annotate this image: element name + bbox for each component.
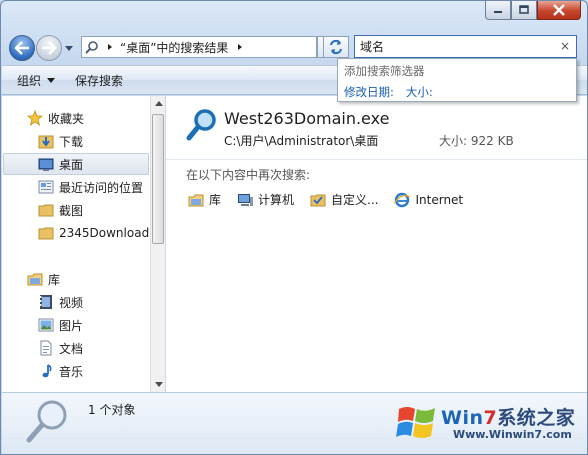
organize-button[interactable]: 组织 bbox=[17, 72, 56, 89]
breadcrumb-search-results[interactable]: “桌面”中的搜索结果 bbox=[120, 39, 228, 56]
scroll-up-icon[interactable] bbox=[154, 99, 163, 108]
music-note-icon bbox=[38, 363, 54, 379]
navigation-tree: 收藏夹 下载 桌面 最近访问的位置 截图 2345Downloads 库 视频 … bbox=[2, 96, 150, 392]
clear-search-icon[interactable]: × bbox=[560, 39, 570, 53]
search-again-computer[interactable]: 计算机 bbox=[237, 191, 294, 208]
result-file-size: 大小: 922 KB bbox=[439, 134, 514, 148]
nav-item-label: 文档 bbox=[59, 341, 84, 356]
watermark-logo: Win7系统之家 Www.Winwin7.com bbox=[389, 395, 585, 453]
chevron-down-icon bbox=[65, 45, 73, 51]
nav-item-documents[interactable]: 文档 bbox=[38, 337, 83, 359]
search-again-locations: 库 计算机 自定义... Internet bbox=[188, 191, 479, 208]
back-arrow-icon bbox=[14, 41, 29, 55]
breadcrumb-arrow-icon[interactable] bbox=[236, 43, 244, 51]
save-search-button[interactable]: 保存搜索 bbox=[75, 72, 123, 89]
filter-size[interactable]: 大小: bbox=[406, 84, 433, 100]
refresh-icon bbox=[330, 39, 342, 55]
search-again-custom[interactable]: 自定义... bbox=[310, 191, 378, 208]
search-query[interactable]: 域名 bbox=[360, 38, 384, 55]
chevron-down-icon bbox=[47, 77, 56, 83]
library-icon bbox=[27, 271, 43, 287]
nav-favorites[interactable]: 收藏夹 bbox=[27, 107, 84, 129]
nav-favorites-label: 收藏夹 bbox=[48, 111, 85, 126]
nav-item-screenshots[interactable]: 截图 bbox=[38, 199, 83, 221]
details-search-icon bbox=[24, 397, 72, 448]
nav-item-downloads[interactable]: 下载 bbox=[38, 130, 83, 152]
search-again-libraries[interactable]: 库 bbox=[188, 191, 221, 208]
search-again-internet[interactable]: Internet bbox=[394, 192, 463, 208]
location-label: 自定义... bbox=[331, 193, 379, 207]
magnifier-app-icon bbox=[186, 108, 218, 145]
location-label: 计算机 bbox=[258, 193, 295, 207]
search-filter-header: 添加搜索筛选器 bbox=[344, 64, 425, 78]
result-file-path: C:\用户\Administrator\桌面 bbox=[224, 134, 379, 148]
close-button[interactable] bbox=[537, 1, 581, 20]
watermark-title: Win7系统之家 bbox=[441, 407, 576, 429]
nav-item-label: 截图 bbox=[59, 203, 84, 218]
recent-places-icon bbox=[38, 179, 54, 195]
nav-item-label: 音乐 bbox=[59, 364, 84, 379]
video-icon bbox=[38, 294, 54, 310]
document-icon bbox=[38, 340, 54, 356]
result-item[interactable]: West263Domain.exe C:\用户\Administrator\桌面… bbox=[186, 108, 576, 152]
navigation-pane: 收藏夹 下载 桌面 最近访问的位置 截图 2345Downloads 库 视频 … bbox=[2, 96, 165, 392]
nav-libraries[interactable]: 库 bbox=[27, 268, 60, 290]
downloads-folder-icon bbox=[38, 133, 54, 149]
nav-item-pictures[interactable]: 图片 bbox=[38, 314, 83, 336]
location-label: 库 bbox=[209, 193, 222, 207]
back-button[interactable] bbox=[9, 35, 35, 61]
nav-item-videos[interactable]: 视频 bbox=[38, 291, 83, 313]
nav-item-desktop[interactable]: 桌面 bbox=[3, 153, 149, 175]
minimize-button[interactable] bbox=[485, 1, 511, 20]
nav-item-music[interactable]: 音乐 bbox=[38, 360, 83, 382]
folder-icon bbox=[38, 202, 54, 218]
explorer-window: “桌面”中的搜索结果 域名 × 添加搜索筛选器 修改日期: 大小: 组织 保存搜… bbox=[0, 0, 588, 455]
nav-item-label: 图片 bbox=[59, 318, 84, 333]
watermark-url: Www.Winwin7.com bbox=[453, 428, 572, 441]
organize-label: 组织 bbox=[17, 73, 42, 88]
item-count: 1 个对象 bbox=[88, 403, 136, 417]
internet-explorer-icon bbox=[394, 192, 411, 208]
caption-buttons bbox=[485, 1, 581, 20]
results-divider bbox=[166, 159, 587, 160]
search-icon bbox=[85, 41, 98, 54]
location-label: Internet bbox=[415, 192, 464, 207]
nav-item-label: 下载 bbox=[59, 134, 84, 149]
nav-libraries-label: 库 bbox=[48, 272, 61, 287]
search-results-pane: West263Domain.exe C:\用户\Administrator\桌面… bbox=[166, 96, 587, 392]
breadcrumb-arrow-icon[interactable] bbox=[106, 43, 114, 51]
windows-flag-icon bbox=[395, 401, 439, 448]
search-box[interactable]: 域名 × bbox=[354, 35, 577, 58]
forward-arrow-icon bbox=[42, 41, 57, 55]
address-bar[interactable]: “桌面”中的搜索结果 bbox=[81, 36, 317, 58]
picture-icon bbox=[38, 317, 54, 333]
navigation-scrollbar[interactable] bbox=[150, 96, 165, 392]
nav-item-label: 视频 bbox=[59, 295, 84, 310]
computer-icon bbox=[237, 192, 254, 208]
recent-pages-dropdown[interactable] bbox=[64, 35, 74, 61]
scroll-down-icon[interactable] bbox=[154, 380, 163, 389]
nav-item-label: 2345Downloads bbox=[59, 226, 150, 240]
filter-date-modified[interactable]: 修改日期: bbox=[344, 84, 394, 100]
library-icon bbox=[188, 192, 204, 208]
save-search-label: 保存搜索 bbox=[75, 73, 124, 88]
nav-item-2345downloads[interactable]: 2345Downloads bbox=[38, 222, 150, 244]
nav-item-label: 桌面 bbox=[59, 157, 84, 172]
star-icon bbox=[27, 110, 43, 126]
search-filter-dropdown: 添加搜索筛选器 修改日期: 大小: bbox=[337, 58, 577, 102]
forward-button[interactable] bbox=[36, 35, 62, 61]
scrollbar-thumb[interactable] bbox=[152, 114, 164, 244]
result-file-name[interactable]: West263Domain.exe bbox=[224, 109, 389, 128]
maximize-button[interactable] bbox=[511, 1, 537, 20]
custom-folder-icon bbox=[310, 192, 326, 208]
nav-item-label: 最近访问的位置 bbox=[59, 180, 144, 195]
folder-icon bbox=[38, 225, 54, 241]
search-again-label: 在以下内容中再次搜索: bbox=[186, 168, 311, 182]
refresh-button[interactable] bbox=[323, 36, 349, 58]
details-pane: 1 个对象 Win7系统之家 Www.Winwin7.com bbox=[2, 392, 587, 454]
nav-item-recent-places[interactable]: 最近访问的位置 bbox=[38, 176, 143, 198]
navigation-buttons bbox=[9, 35, 74, 61]
desktop-icon bbox=[38, 156, 54, 172]
